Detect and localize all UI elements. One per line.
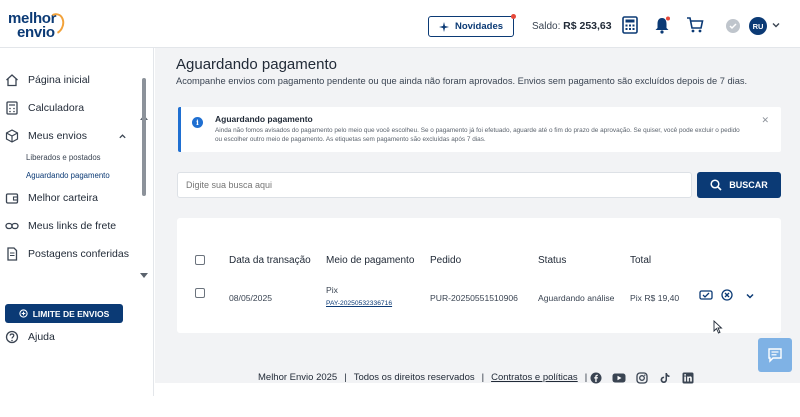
novidades-notification-dot xyxy=(511,14,516,19)
sidebar-item-meus-envios[interactable]: Meus envios xyxy=(0,125,140,147)
chat-button[interactable] xyxy=(758,338,792,372)
page-title: Aguardando pagamento xyxy=(176,56,337,73)
sidebar-item-label: Página inicial xyxy=(28,74,90,86)
info-icon: i xyxy=(192,117,203,128)
row-method-id-link[interactable]: PAY-20250532336716 xyxy=(326,300,392,307)
sidebar-item-label: Meus links de frete xyxy=(28,220,117,232)
search-button[interactable]: BUSCAR xyxy=(697,172,781,198)
row-checkbox[interactable] xyxy=(195,288,205,298)
select-all-checkbox[interactable] xyxy=(195,255,205,265)
sidebar-item-links-frete[interactable]: Meus links de frete xyxy=(0,215,140,237)
help-circle-icon xyxy=(5,330,19,344)
novidades-button[interactable]: Novidades xyxy=(428,14,516,37)
info-alert: i Aguardando pagamento Ainda não fomos a… xyxy=(178,107,781,152)
calculator-icon[interactable] xyxy=(621,16,639,34)
alert-body: Ainda não fomos avisados do pagamento pe… xyxy=(215,127,740,143)
column-header-date: Data da transação xyxy=(229,255,311,266)
sidebar-scrollbar-thumb[interactable] xyxy=(142,78,146,196)
link-icon xyxy=(5,222,19,230)
row-total: Pix R$ 19,40 xyxy=(630,293,680,303)
search-button-label: BUSCAR xyxy=(729,180,768,190)
document-check-icon xyxy=(7,247,18,261)
instagram-icon[interactable] xyxy=(636,372,648,384)
scroll-down-arrow[interactable] xyxy=(140,273,148,278)
wallet-icon xyxy=(5,193,19,204)
footer-rights: Todos os direitos reservados xyxy=(353,372,475,383)
novidades-label: Novidades xyxy=(454,21,504,32)
sidebar-item-label: Postagens conferidas xyxy=(28,248,129,260)
search-icon xyxy=(710,179,722,191)
linkedin-icon[interactable] xyxy=(682,372,694,384)
sidebar-item-postagens[interactable]: Postagens conferidas xyxy=(0,243,140,265)
balance-value: R$ 253,63 xyxy=(563,20,612,32)
sparkle-icon xyxy=(438,21,449,32)
mouse-cursor-icon xyxy=(713,320,723,334)
page-bottom xyxy=(0,396,800,417)
sidebar-item-label: Calculadora xyxy=(28,102,85,114)
sidebar-subitem-aguardando[interactable]: Aguardando pagamento xyxy=(26,171,110,180)
search-input[interactable] xyxy=(177,172,692,198)
sidebar-item-label: Melhor carteira xyxy=(28,192,99,204)
limite-envios-button[interactable]: LIMITE DE ENVIOS xyxy=(5,304,123,323)
youtube-icon[interactable] xyxy=(612,372,626,384)
user-avatar[interactable]: RU xyxy=(749,17,767,35)
plus-circle-icon xyxy=(19,309,28,318)
row-status: Aguardando análise xyxy=(538,293,615,303)
cart-icon[interactable] xyxy=(686,16,704,34)
melhor-envio-logo[interactable]: melhor envio xyxy=(8,10,68,41)
page-subtitle: Acompanhe envios com pagamento pendente … xyxy=(176,76,748,86)
chat-icon xyxy=(768,348,782,363)
column-header-method: Meio de pagamento xyxy=(326,255,415,266)
sidebar-item-carteira[interactable]: Melhor carteira xyxy=(0,187,140,209)
sidebar-item-home[interactable]: Página inicial xyxy=(0,69,140,91)
close-icon[interactable]: ✕ xyxy=(761,115,769,126)
home-icon xyxy=(6,74,18,87)
footer: Melhor Envio 2025 | Todos os direitos rese… xyxy=(155,360,800,396)
tiktok-icon[interactable] xyxy=(659,372,671,384)
chevron-down-icon[interactable] xyxy=(771,20,781,30)
limite-envios-label: LIMITE DE ENVIOS xyxy=(32,308,110,319)
sidebar-item-label: Ajuda xyxy=(28,331,55,343)
balance-label: Saldo: xyxy=(532,21,561,32)
check-icon xyxy=(729,23,737,30)
sidebar-item-calculator[interactable]: Calculadora xyxy=(0,97,140,119)
footer-brand: Melhor Envio 2025 xyxy=(258,372,338,383)
calculator-icon xyxy=(6,101,18,115)
footer-contracts-link[interactable]: Contratos e políticas xyxy=(491,372,578,383)
alert-title: Aguardando pagamento xyxy=(215,114,313,124)
transactions-table: Data da transação Meio de pagamento Pedi… xyxy=(177,218,781,333)
expand-chevron-icon[interactable] xyxy=(745,291,755,301)
footer-text: Melhor Envio 2025 | Todos os direitos rese… xyxy=(258,372,588,383)
pay-ticket-icon[interactable] xyxy=(699,289,713,301)
chevron-up-icon[interactable] xyxy=(118,132,127,141)
sidebar: Página inicial Calculadora Meus envios L… xyxy=(0,48,154,417)
facebook-icon[interactable] xyxy=(590,372,602,384)
sidebar-item-help[interactable]: Ajuda xyxy=(0,326,140,348)
balance-display: Saldo: R$ 253,63 xyxy=(532,20,612,32)
sidebar-item-label: Meus envios xyxy=(28,130,87,142)
column-header-total: Total xyxy=(630,255,652,266)
row-order: PUR-20250551510906 xyxy=(430,293,518,303)
main-content: Aguardando pagamento Acompanhe envios co… xyxy=(155,48,800,383)
column-header-status: Status xyxy=(538,255,567,266)
top-header: melhor envio Novidades Saldo: R$ 253,63 … xyxy=(0,0,800,48)
row-date: 08/05/2025 xyxy=(229,293,273,303)
cancel-circle-icon[interactable] xyxy=(721,289,733,301)
row-method: Pix xyxy=(326,285,338,295)
sidebar-subitem-liberados[interactable]: Liberados e postados xyxy=(26,153,101,162)
column-header-order: Pedido xyxy=(430,255,462,266)
bell-icon[interactable] xyxy=(653,16,671,34)
package-icon xyxy=(5,129,19,143)
verified-badge-icon xyxy=(726,19,740,33)
